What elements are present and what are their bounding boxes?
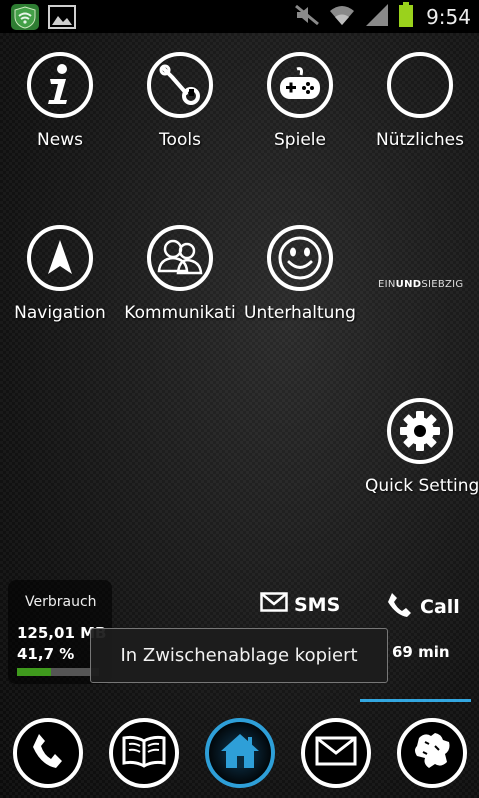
app-unterhaltung[interactable]: Unterhaltung xyxy=(240,225,360,323)
wifi-icon xyxy=(328,3,356,31)
page-indicator xyxy=(360,699,471,702)
empty-circle-icon xyxy=(387,52,453,118)
dock xyxy=(0,712,479,798)
app-label: Navigation xyxy=(14,303,106,323)
sms-label: SMS xyxy=(294,593,341,616)
home-icon xyxy=(218,731,262,775)
people-icon xyxy=(147,225,213,291)
clock: 9:54 xyxy=(426,4,471,29)
dock-book-button[interactable] xyxy=(109,718,179,788)
status-bar: 9:54 xyxy=(0,0,479,33)
call-button[interactable]: Call xyxy=(386,590,460,623)
app-nuetzliches[interactable]: Nützliches xyxy=(360,52,479,150)
dock-phone-button[interactable] xyxy=(13,718,83,788)
phone-icon xyxy=(30,731,66,775)
globe-icon xyxy=(405,724,459,782)
smiley-icon xyxy=(267,225,333,291)
usage-progress-bar xyxy=(17,668,99,676)
app-label: News xyxy=(37,130,83,150)
dock-mail-button[interactable] xyxy=(301,718,371,788)
mute-icon xyxy=(294,3,320,31)
image-icon xyxy=(48,5,76,33)
app-label: Kommunikati xyxy=(124,303,236,323)
app-label: Tools xyxy=(159,130,201,150)
gamepad-icon xyxy=(267,52,333,118)
app-label: Quick Settings xyxy=(365,476,479,496)
gear-icon xyxy=(386,398,453,464)
dock-home-button[interactable] xyxy=(205,718,275,788)
signal-icon xyxy=(364,3,390,31)
call-minutes: 69 min xyxy=(392,643,450,661)
app-label: Unterhaltung xyxy=(244,303,356,323)
app-navigation[interactable]: Navigation xyxy=(0,225,120,323)
battery-icon xyxy=(398,1,414,32)
usage-title: Verbrauch xyxy=(25,594,97,610)
envelope-icon xyxy=(260,592,288,617)
sms-button[interactable]: SMS xyxy=(260,592,340,617)
wrench-icon xyxy=(147,52,213,118)
dock-globe-button[interactable] xyxy=(397,718,467,788)
app-label: Spiele xyxy=(274,130,326,150)
app-label: Nützliches xyxy=(376,130,464,150)
usage-percent: 41,7 % xyxy=(17,645,75,663)
app-quick-settings[interactable]: Quick Settings xyxy=(360,398,479,496)
mail-icon xyxy=(315,736,357,770)
handset-icon xyxy=(386,590,412,623)
shield-wifi-icon xyxy=(10,3,40,35)
book-icon xyxy=(121,733,167,773)
clock-widget-text: EINUNDSIEBZIG xyxy=(378,279,464,290)
app-kommunikation[interactable]: Kommunikati xyxy=(120,225,240,323)
navigation-arrow-icon xyxy=(27,225,93,291)
usage-progress-fill xyxy=(17,668,52,676)
app-spiele[interactable]: Spiele xyxy=(240,52,360,150)
call-label: Call xyxy=(420,595,460,618)
toast-message: In Zwischenablage kopiert xyxy=(90,628,388,683)
info-icon xyxy=(27,52,93,118)
app-tools[interactable]: Tools xyxy=(120,52,240,150)
app-news[interactable]: News xyxy=(0,52,120,150)
